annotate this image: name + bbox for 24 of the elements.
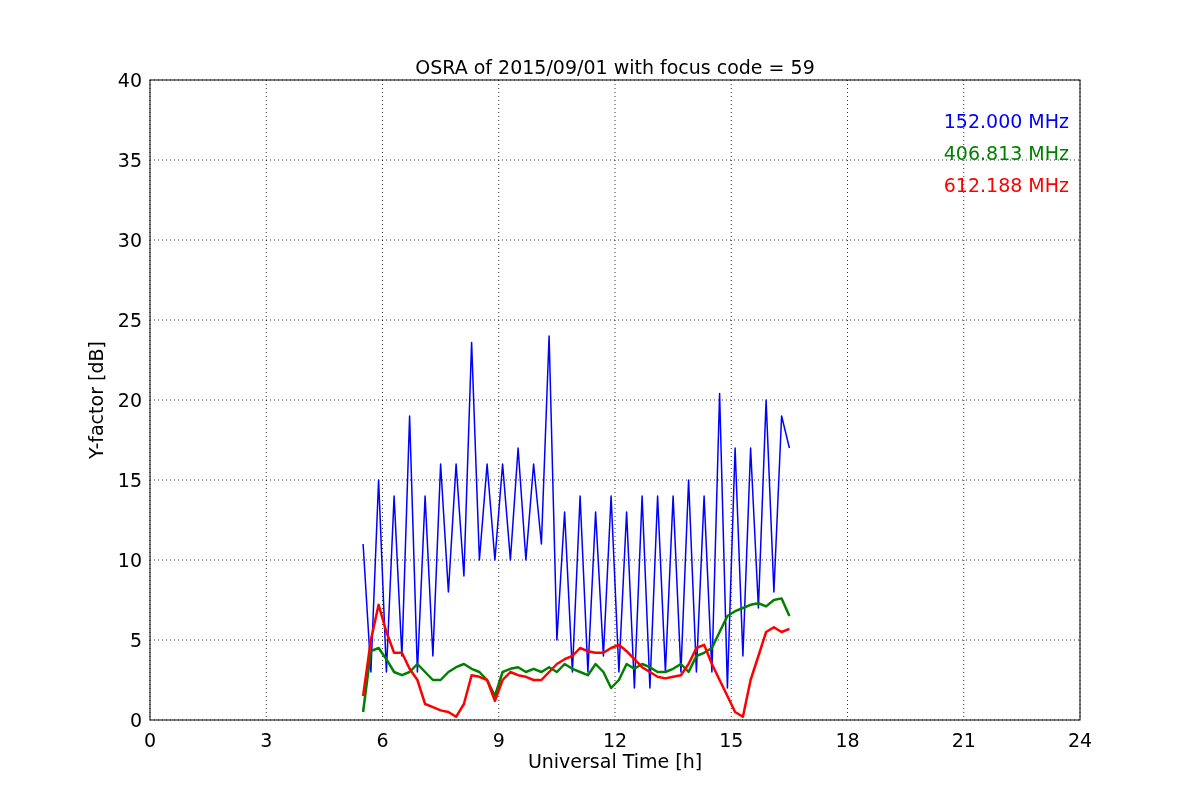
y-axis-label: Y-factor [dB] <box>85 341 107 459</box>
x-tick-label: 6 <box>376 729 389 751</box>
y-tick-label: 10 <box>117 549 142 571</box>
x-tick-label: 12 <box>602 729 628 751</box>
y-tick-label: 25 <box>117 309 142 331</box>
legend-label: 152.000 MHz <box>943 110 1069 132</box>
x-tick-label: 3 <box>260 729 273 751</box>
y-tick-label: 40 <box>117 69 142 91</box>
y-tick-label: 20 <box>117 389 142 411</box>
chart-title: OSRA of 2015/09/01 with focus code = 59 <box>415 56 815 78</box>
y-tick-label: 0 <box>129 709 142 731</box>
legend-label: 406.813 MHz <box>943 142 1069 164</box>
y-tick-label: 15 <box>117 469 142 491</box>
x-tick-label: 15 <box>719 729 744 751</box>
y-tick-label: 35 <box>117 149 142 171</box>
x-tick-label: 21 <box>951 729 976 751</box>
x-tick-label: 24 <box>1067 729 1093 751</box>
legend-label: 612.188 MHz <box>943 174 1069 196</box>
x-tick-label: 9 <box>492 729 505 751</box>
y-tick-label: 5 <box>129 629 142 651</box>
x-tick-label: 0 <box>143 729 157 751</box>
x-tick-label: 18 <box>835 729 860 751</box>
y-tick-label: 30 <box>117 229 142 251</box>
x-axis-label: Universal Time [h] <box>527 750 703 772</box>
